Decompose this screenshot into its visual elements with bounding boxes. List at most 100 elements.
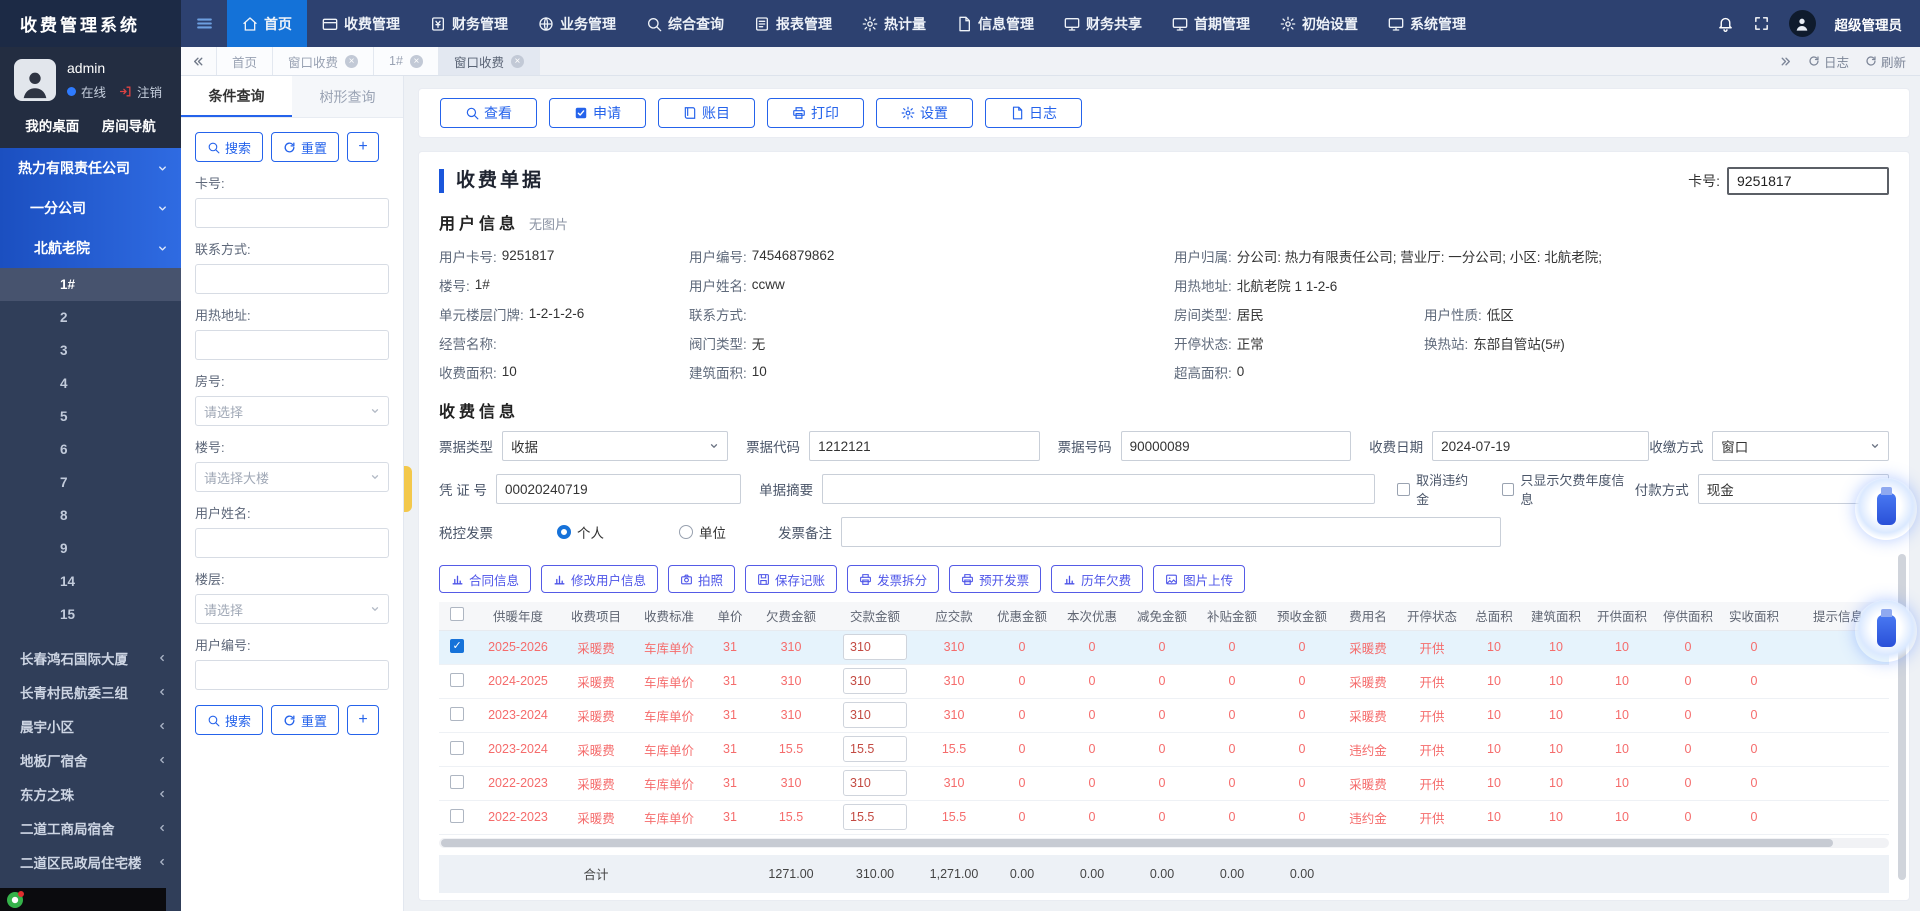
sidebar-building-item[interactable]: 3	[0, 334, 181, 367]
toolbar-button-2[interactable]: 账目	[658, 98, 755, 128]
sidebar-building-item[interactable]: 15	[0, 598, 181, 631]
floating-pointer-widget[interactable]	[1855, 478, 1917, 540]
refresh-button[interactable]: 刷新	[1865, 52, 1906, 71]
nav-item-report[interactable]: 报表管理	[739, 0, 847, 47]
workspace-tab[interactable]: 1#×	[374, 47, 439, 75]
workspace-tab[interactable]: 首页	[217, 47, 273, 75]
workspace-tab[interactable]: 窗口收费×	[439, 47, 540, 75]
nav-item-first[interactable]: 首期管理	[1157, 0, 1265, 47]
sidebar-community-item[interactable]: 长春鸿石国际大厦	[0, 641, 181, 675]
sidebar-community-item[interactable]: 长青村民航委三组	[0, 675, 181, 709]
nav-item-home[interactable]: 首页	[227, 0, 307, 47]
horizontal-scrollbar[interactable]	[439, 838, 1889, 848]
radio-company[interactable]: 单位	[679, 522, 726, 542]
tree-item-branch[interactable]: 一分公司	[0, 188, 181, 228]
action-button-2[interactable]: 拍照	[668, 565, 735, 593]
row-checkbox[interactable]	[450, 741, 464, 755]
tree-item-community[interactable]: 北航老院	[0, 228, 181, 268]
action-button-1[interactable]: 修改用户信息	[541, 565, 658, 593]
radio-personal[interactable]: 个人	[557, 522, 604, 542]
filter-select[interactable]: 请选择	[195, 396, 389, 426]
sidebar-community-item[interactable]: 东方之珠	[0, 777, 181, 811]
filter-input[interactable]	[195, 660, 389, 690]
action-button-3[interactable]: 保存记账	[745, 565, 837, 593]
reset-button[interactable]: 重置	[271, 705, 339, 735]
tab-tree-query[interactable]: 树形查询	[292, 76, 403, 117]
panel-collapse-handle[interactable]	[404, 466, 412, 512]
summary-input[interactable]	[822, 474, 1375, 504]
tab-close-icon[interactable]: ×	[511, 55, 524, 68]
table-row[interactable]: 2024-2025采暖费车库单价3131031000000采暖费开供101010…	[439, 664, 1889, 698]
toolbar-button-5[interactable]: 日志	[985, 98, 1082, 128]
nav-item-heat[interactable]: 热计量	[847, 0, 941, 47]
nav-item-init[interactable]: 初始设置	[1265, 0, 1373, 47]
row-checkbox[interactable]	[450, 639, 464, 653]
pay-amount-input[interactable]	[843, 804, 907, 830]
bill-code-input[interactable]	[809, 431, 1040, 461]
sidebar-building-item[interactable]: 2	[0, 301, 181, 334]
nav-item-finance[interactable]: 财务管理	[415, 0, 523, 47]
table-row[interactable]: 2023-2024采暖费车库单价3131031000000采暖费开供101010…	[439, 698, 1889, 732]
reset-button[interactable]: 重置	[271, 132, 339, 162]
toolbar-button-4[interactable]: 设置	[876, 98, 973, 128]
invoice-note-input[interactable]	[841, 517, 1501, 547]
search-button[interactable]: 搜索	[195, 132, 263, 162]
bill-type-select[interactable]: 收据	[502, 431, 728, 461]
table-row[interactable]: 2025-2026采暖费车库单价3131031000000采暖费开供101010…	[439, 630, 1889, 664]
nav-item-finshare[interactable]: 财务共享	[1049, 0, 1157, 47]
sidebar-building-item[interactable]: 6	[0, 433, 181, 466]
sidebar-tab-0[interactable]: 我的桌面	[14, 115, 91, 135]
scrollbar-thumb[interactable]	[441, 839, 1833, 847]
action-button-6[interactable]: 历年欠费	[1051, 565, 1143, 593]
row-checkbox[interactable]	[450, 809, 464, 823]
avatar[interactable]	[1789, 10, 1816, 37]
only-arrears-checkbox[interactable]: 只显示欠费年度信息	[1502, 470, 1635, 508]
card-no-input[interactable]	[1727, 167, 1889, 195]
row-checkbox[interactable]	[450, 673, 464, 687]
filter-input[interactable]	[195, 330, 389, 360]
select-all-checkbox[interactable]	[439, 602, 475, 630]
bill-no-input[interactable]	[1121, 431, 1352, 461]
filter-input[interactable]	[195, 198, 389, 228]
search-button[interactable]: 搜索	[195, 705, 263, 735]
voucher-input[interactable]	[496, 474, 741, 504]
add-button[interactable]: +	[347, 705, 379, 735]
filter-input[interactable]	[195, 528, 389, 558]
row-checkbox[interactable]	[450, 775, 464, 789]
sidebar-community-item[interactable]: 地板厂宿舍	[0, 743, 181, 777]
table-row[interactable]: 2022-2023采暖费车库单价3115.515.500000违约金开供1010…	[439, 800, 1889, 834]
double-right-icon[interactable]	[1779, 55, 1792, 68]
floating-pointer-widget[interactable]	[1855, 600, 1917, 662]
sidebar-building-item[interactable]: 8	[0, 499, 181, 532]
nav-item-business[interactable]: 业务管理	[523, 0, 631, 47]
toolbar-button-0[interactable]: 查看	[440, 98, 537, 128]
filter-select[interactable]: 请选择大楼	[195, 462, 389, 492]
add-button[interactable]: +	[347, 132, 379, 162]
channel-select[interactable]: 窗口	[1712, 431, 1889, 461]
sidebar-building-item[interactable]: 14	[0, 565, 181, 598]
workspace-tab[interactable]: 窗口收费×	[273, 47, 374, 75]
sidebar-building-item[interactable]: 1#	[0, 268, 181, 301]
nav-item-system[interactable]: 系统管理	[1373, 0, 1481, 47]
action-button-0[interactable]: 合同信息	[439, 565, 531, 593]
toolbar-button-1[interactable]: 申请	[549, 98, 646, 128]
logout-button[interactable]: 注销	[137, 82, 162, 101]
browser-icon[interactable]	[7, 892, 23, 908]
sidebar-building-item[interactable]: 9	[0, 532, 181, 565]
tree-item-company[interactable]: 热力有限责任公司	[0, 148, 181, 188]
pay-amount-input[interactable]	[843, 736, 907, 762]
toolbar-button-3[interactable]: 打印	[767, 98, 864, 128]
sidebar-building-item[interactable]: 5	[0, 400, 181, 433]
fee-date-input[interactable]	[1432, 431, 1649, 461]
tab-condition-query[interactable]: 条件查询	[181, 76, 292, 117]
table-row[interactable]: 2023-2024采暖费车库单价3115.515.500000违约金开供1010…	[439, 732, 1889, 766]
action-button-4[interactable]: 发票拆分	[847, 565, 939, 593]
sidebar-building-item[interactable]: 7	[0, 466, 181, 499]
bell-icon[interactable]	[1717, 15, 1734, 32]
action-button-5[interactable]: 预开发票	[949, 565, 1041, 593]
filter-input[interactable]	[195, 264, 389, 294]
sidebar-community-item[interactable]: 晨宇小区	[0, 709, 181, 743]
action-button-7[interactable]: 图片上传	[1153, 565, 1245, 593]
tab-close-icon[interactable]: ×	[345, 55, 358, 68]
menu-toggle-button[interactable]	[181, 0, 227, 47]
